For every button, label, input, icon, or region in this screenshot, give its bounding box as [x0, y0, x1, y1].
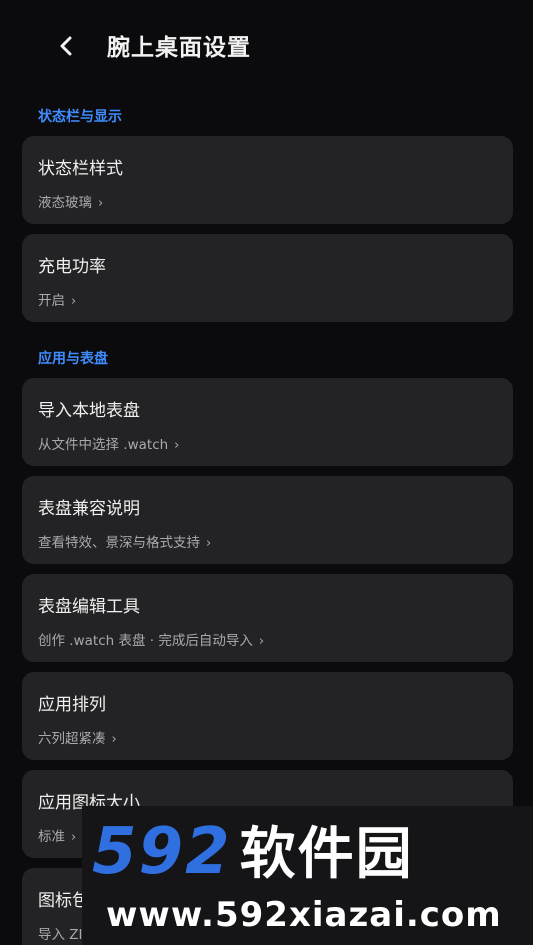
chevron-right-icon: ›	[206, 536, 212, 551]
page-title: 腕上桌面设置	[107, 35, 251, 61]
top-bar: 腕上桌面设置	[0, 0, 533, 90]
setting-title: 状态栏样式	[38, 159, 123, 179]
setting-title: 表盘兼容说明	[38, 499, 140, 519]
watermark-url: www.592xiazai.com	[106, 895, 502, 935]
setting-value: 液态玻璃 ›	[38, 195, 104, 211]
setting-title: 表盘编辑工具	[38, 597, 140, 617]
setting-title: 应用排列	[38, 695, 106, 715]
setting-title: 充电功率	[38, 257, 106, 277]
settings-screen: 腕上桌面设置 状态栏与显示 状态栏样式 液态玻璃 › 充电功率 开启 › 应用与表盘…	[0, 0, 533, 945]
setting-status-bar-style[interactable]: 状态栏样式 液态玻璃 ›	[22, 136, 513, 224]
chevron-left-icon	[60, 36, 72, 56]
setting-title: 导入本地表盘	[38, 401, 140, 421]
setting-charging-power[interactable]: 充电功率 开启 ›	[22, 234, 513, 322]
setting-face-editor[interactable]: 表盘编辑工具 创作 .watch 表盘 · 完成后自动导入 ›	[22, 574, 513, 662]
watermark-overlay: 592 软件园 www.592xiazai.com	[82, 806, 533, 945]
watermark-number: 592	[92, 815, 232, 889]
setting-value: 标准 ›	[38, 829, 77, 845]
section-title-apps-faces: 应用与表盘	[38, 351, 108, 367]
setting-value: 从文件中选择 .watch ›	[38, 437, 180, 453]
setting-value: 六列超紧凑 ›	[38, 731, 117, 747]
setting-face-compat-info[interactable]: 表盘兼容说明 查看特效、景深与格式支持 ›	[22, 476, 513, 564]
chevron-right-icon: ›	[71, 294, 77, 309]
setting-value: 创作 .watch 表盘 · 完成后自动导入 ›	[38, 633, 265, 649]
watermark-name: 软件园	[239, 822, 414, 887]
chevron-right-icon: ›	[174, 438, 180, 453]
setting-value: 开启 ›	[38, 293, 77, 309]
chevron-right-icon: ›	[258, 634, 265, 649]
chevron-right-icon: ›	[98, 196, 104, 211]
setting-import-local-face[interactable]: 导入本地表盘 从文件中选择 .watch ›	[22, 378, 513, 466]
setting-value: 导入 ZI	[38, 927, 83, 943]
chevron-right-icon: ›	[111, 732, 117, 747]
chevron-right-icon: ›	[71, 830, 77, 845]
setting-app-layout[interactable]: 应用排列 六列超紧凑 ›	[22, 672, 513, 760]
watermark-logo: 592 软件园	[92, 820, 414, 884]
section-title-status-bar: 状态栏与显示	[38, 109, 122, 125]
setting-value: 查看特效、景深与格式支持 ›	[38, 535, 212, 551]
back-button[interactable]	[48, 26, 84, 66]
